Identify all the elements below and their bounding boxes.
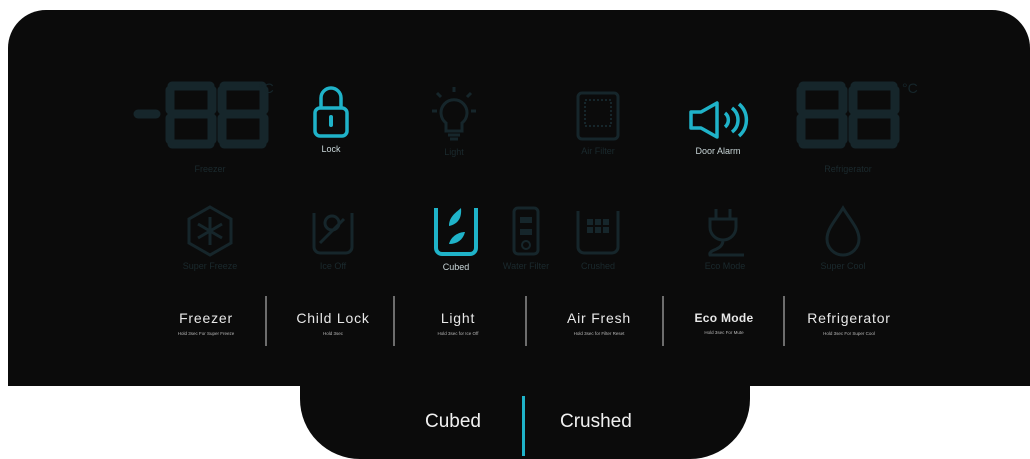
- divider: [393, 296, 395, 346]
- air-fresh-button-hint: Hold 3sec for Filter Reset: [573, 331, 625, 336]
- child-lock-button-label: Child Lock: [296, 310, 370, 326]
- refrigerator-button[interactable]: Refrigerator Hold 3sec For Super Cool: [796, 310, 902, 336]
- super-cool-indicator: Super Cool: [808, 205, 878, 271]
- super-cool-label: Super Cool: [820, 261, 866, 271]
- cubed-label: Cubed: [442, 262, 470, 272]
- light-button-hint: Hold 3sec for Ice Off: [437, 331, 479, 336]
- eco-mode-button-label: Eco Mode: [694, 311, 754, 325]
- refrigerator-degree-unit: °C: [902, 80, 918, 96]
- eco-mode-button-hint: Hold 3sec For Mute: [704, 330, 744, 335]
- freezer-degree-unit: °C: [258, 80, 274, 96]
- ice-off-icon: [312, 213, 354, 255]
- refrigerator-temp-display: [796, 81, 900, 149]
- cubed-ice-icon: [434, 208, 478, 256]
- divider: [662, 296, 664, 346]
- refrigerator-button-hint: Hold 3sec For Super Cool: [823, 331, 875, 336]
- light-button[interactable]: Light Hold 3sec for Ice Off: [408, 310, 508, 336]
- eco-mode-label: Eco Mode: [704, 261, 746, 271]
- divider: [783, 296, 785, 346]
- freezer-button-hint: Hold 3sec For Super Freeze: [177, 331, 235, 336]
- freezer-temp-label: Freezer: [194, 164, 226, 174]
- light-button-label: Light: [440, 310, 476, 326]
- refrigerator-temp-indicator: Refrigerator: [808, 160, 888, 174]
- crushed-label: Crushed: [580, 261, 616, 271]
- air-fresh-button-label: Air Fresh: [567, 310, 631, 326]
- droplet-icon: [825, 205, 861, 257]
- ice-off-indicator: Ice Off: [305, 205, 361, 271]
- crushed-button[interactable]: Crushed: [560, 411, 632, 433]
- door-alarm-label: Door Alarm: [695, 146, 741, 156]
- freezer-temp-indicator: Freezer: [175, 160, 245, 174]
- bulb-icon: [432, 87, 476, 141]
- air-fresh-button[interactable]: Air Fresh Hold 3sec for Filter Reset: [545, 310, 653, 336]
- door-alarm-indicator: Door Alarm: [682, 100, 754, 156]
- tray-divider: [522, 396, 525, 456]
- air-filter-label: Air Filter: [581, 146, 615, 156]
- super-freeze-label: Super Freeze: [182, 261, 238, 271]
- cubed-button[interactable]: Cubed: [425, 411, 481, 433]
- eco-mode-indicator: Eco Mode: [690, 205, 760, 271]
- divider: [265, 296, 267, 346]
- freezer-button-label: Freezer: [179, 310, 233, 326]
- water-filter-label: Water Filter: [502, 261, 550, 271]
- refrigerator-button-label: Refrigerator: [807, 310, 891, 326]
- refrigerator-temp-label: Refrigerator: [824, 164, 872, 174]
- child-lock-button[interactable]: Child Lock Hold 3sec: [280, 310, 386, 336]
- snowflake-hex-icon: [187, 205, 233, 257]
- light-label: Light: [444, 147, 464, 157]
- eco-mode-button[interactable]: Eco Mode Hold 3sec For Mute: [676, 311, 772, 335]
- water-filter-icon: [512, 206, 540, 256]
- crushed-indicator: Crushed: [566, 205, 630, 271]
- ice-off-label: Ice Off: [319, 261, 347, 271]
- child-lock-button-hint: Hold 3sec: [322, 331, 343, 336]
- cubed-indicator: Cubed: [424, 202, 488, 272]
- freezer-button[interactable]: Freezer Hold 3sec For Super Freeze: [154, 310, 258, 336]
- lock-indicator: Lock: [300, 82, 362, 154]
- plug-icon: [708, 209, 744, 257]
- lock-icon: [313, 86, 349, 138]
- light-indicator: Light: [424, 85, 484, 157]
- lock-label: Lock: [321, 144, 341, 154]
- speaker-icon: [689, 101, 749, 139]
- dispenser-tray: [300, 386, 750, 459]
- air-filter-indicator: Air Filter: [558, 90, 638, 156]
- super-freeze-indicator: Super Freeze: [172, 205, 248, 271]
- divider: [525, 296, 527, 346]
- water-filter-indicator: Water Filter: [495, 205, 557, 271]
- crushed-ice-icon: [576, 211, 620, 255]
- filter-grid-icon: [576, 91, 620, 141]
